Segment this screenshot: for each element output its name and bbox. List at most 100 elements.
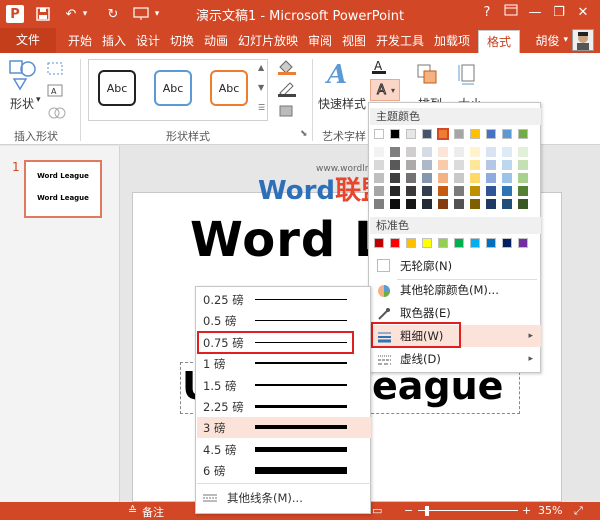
theme-color-swatch[interactable] xyxy=(502,129,512,139)
weight-option[interactable]: 1 磅 xyxy=(197,353,371,374)
standard-color-swatch[interactable] xyxy=(374,238,384,248)
theme-shade-swatch[interactable] xyxy=(438,173,448,183)
theme-shade-swatch[interactable] xyxy=(422,160,432,170)
size-icon[interactable] xyxy=(456,61,482,87)
theme-shade-swatch[interactable] xyxy=(422,199,432,209)
weight-option[interactable]: 4.5 磅 xyxy=(197,439,371,460)
theme-shade-swatch[interactable] xyxy=(470,186,480,196)
theme-shade-swatch[interactable] xyxy=(518,199,528,209)
merge-shapes-icon[interactable] xyxy=(46,105,70,121)
theme-shade-swatch[interactable] xyxy=(438,160,448,170)
arrange-icon[interactable] xyxy=(414,61,440,87)
tab-format[interactable]: 格式 xyxy=(478,30,520,53)
theme-shade-swatch[interactable] xyxy=(390,173,400,183)
theme-shade-swatch[interactable] xyxy=(406,173,416,183)
user-account[interactable]: 胡俊 ▾ xyxy=(535,29,594,51)
theme-shade-swatch[interactable] xyxy=(470,160,480,170)
quick-styles-icon[interactable]: A xyxy=(324,57,354,91)
shape-style-black[interactable]: Abc xyxy=(98,70,136,106)
shape-style-blue[interactable]: Abc xyxy=(154,70,192,106)
standard-color-swatch[interactable] xyxy=(454,238,464,248)
tab-developer[interactable]: 开发工具 xyxy=(370,30,430,53)
ribbon-display-icon[interactable] xyxy=(498,3,524,23)
theme-shade-swatch[interactable] xyxy=(406,199,416,209)
theme-color-swatch[interactable] xyxy=(437,128,449,140)
theme-shade-swatch[interactable] xyxy=(454,186,464,196)
shape-button-dropdown-icon[interactable]: ▾ xyxy=(36,95,41,105)
theme-color-swatch[interactable] xyxy=(406,129,416,139)
weight-option[interactable]: 0.25 磅 xyxy=(197,289,371,310)
tab-home[interactable]: 开始 xyxy=(62,30,98,53)
theme-shade-swatch[interactable] xyxy=(454,160,464,170)
theme-shade-swatch[interactable] xyxy=(406,186,416,196)
normal-view-icon[interactable]: ▭ xyxy=(372,504,382,517)
theme-shade-swatch[interactable] xyxy=(518,147,528,157)
quick-styles-label[interactable]: 快速样式 xyxy=(318,95,366,112)
slide-thumbnail[interactable]: Word League Word League xyxy=(24,160,102,218)
theme-shade-swatch[interactable] xyxy=(502,160,512,170)
shape-effects-icon[interactable] xyxy=(276,103,300,119)
tab-addins[interactable]: 加载项 xyxy=(428,30,476,53)
text-fill-icon[interactable]: A xyxy=(370,59,392,75)
weight-option[interactable]: 6 磅 xyxy=(197,460,371,481)
tab-design[interactable]: 设计 xyxy=(130,30,166,53)
theme-shade-swatch[interactable] xyxy=(454,199,464,209)
restore-button[interactable]: ❐ xyxy=(546,3,572,23)
theme-shade-swatch[interactable] xyxy=(390,199,400,209)
text-box-icon[interactable]: A xyxy=(46,83,66,99)
zoom-in-button[interactable]: + xyxy=(522,504,531,517)
weight-option[interactable]: 2.25 磅 xyxy=(197,396,371,417)
minimize-button[interactable]: — xyxy=(522,3,548,23)
theme-color-swatch[interactable] xyxy=(470,129,480,139)
close-button[interactable]: ✕ xyxy=(570,3,596,23)
no-outline-item[interactable]: 无轮廓(N) xyxy=(370,255,541,277)
theme-shade-swatch[interactable] xyxy=(438,147,448,157)
standard-color-swatch[interactable] xyxy=(390,238,400,248)
zoom-level[interactable]: 35% xyxy=(538,504,562,517)
gallery-more-icon[interactable]: ☰ xyxy=(258,103,265,112)
theme-shade-swatch[interactable] xyxy=(422,173,432,183)
theme-shade-swatch[interactable] xyxy=(422,147,432,157)
theme-shade-swatch[interactable] xyxy=(374,173,384,183)
theme-shade-swatch[interactable] xyxy=(502,199,512,209)
theme-shade-swatch[interactable] xyxy=(518,160,528,170)
gallery-scroll-down-icon[interactable]: ▼ xyxy=(258,83,264,92)
tab-transitions[interactable]: 切换 xyxy=(164,30,200,53)
notes-button[interactable]: 备注 xyxy=(142,504,164,520)
theme-shade-swatch[interactable] xyxy=(374,186,384,196)
zoom-slider[interactable] xyxy=(418,510,518,511)
theme-shade-swatch[interactable] xyxy=(470,199,480,209)
standard-color-swatch[interactable] xyxy=(422,238,432,248)
theme-shade-swatch[interactable] xyxy=(374,160,384,170)
tab-view[interactable]: 视图 xyxy=(336,30,372,53)
theme-shade-swatch[interactable] xyxy=(486,173,496,183)
theme-shade-swatch[interactable] xyxy=(470,147,480,157)
shape-outline-icon[interactable] xyxy=(276,81,300,97)
theme-shade-swatch[interactable] xyxy=(454,147,464,157)
shape-button-label[interactable]: 形状 xyxy=(10,95,34,112)
text-outline-icon[interactable]: A ▾ xyxy=(370,79,400,101)
theme-color-swatch[interactable] xyxy=(518,129,528,139)
weight-option[interactable]: 1.5 磅 xyxy=(197,375,371,396)
theme-shade-swatch[interactable] xyxy=(518,186,528,196)
tab-animations[interactable]: 动画 xyxy=(198,30,234,53)
theme-shade-swatch[interactable] xyxy=(406,160,416,170)
shape-fill-icon[interactable] xyxy=(276,59,300,75)
theme-shade-swatch[interactable] xyxy=(486,186,496,196)
notes-icon[interactable]: ≙ xyxy=(128,504,137,517)
eyedropper-item[interactable]: 取色器(E) xyxy=(370,302,541,324)
standard-color-swatch[interactable] xyxy=(518,238,528,248)
theme-shade-swatch[interactable] xyxy=(486,160,496,170)
theme-shade-swatch[interactable] xyxy=(390,147,400,157)
theme-shade-swatch[interactable] xyxy=(502,186,512,196)
theme-color-swatch[interactable] xyxy=(374,129,384,139)
shape-style-orange[interactable]: Abc xyxy=(210,70,248,106)
theme-shade-swatch[interactable] xyxy=(518,173,528,183)
theme-shade-swatch[interactable] xyxy=(374,147,384,157)
standard-color-swatch[interactable] xyxy=(486,238,496,248)
theme-color-swatch[interactable] xyxy=(422,129,432,139)
theme-shade-swatch[interactable] xyxy=(390,186,400,196)
theme-shade-swatch[interactable] xyxy=(406,147,416,157)
theme-shade-swatch[interactable] xyxy=(502,173,512,183)
tab-slideshow[interactable]: 幻灯片放映 xyxy=(232,30,304,53)
